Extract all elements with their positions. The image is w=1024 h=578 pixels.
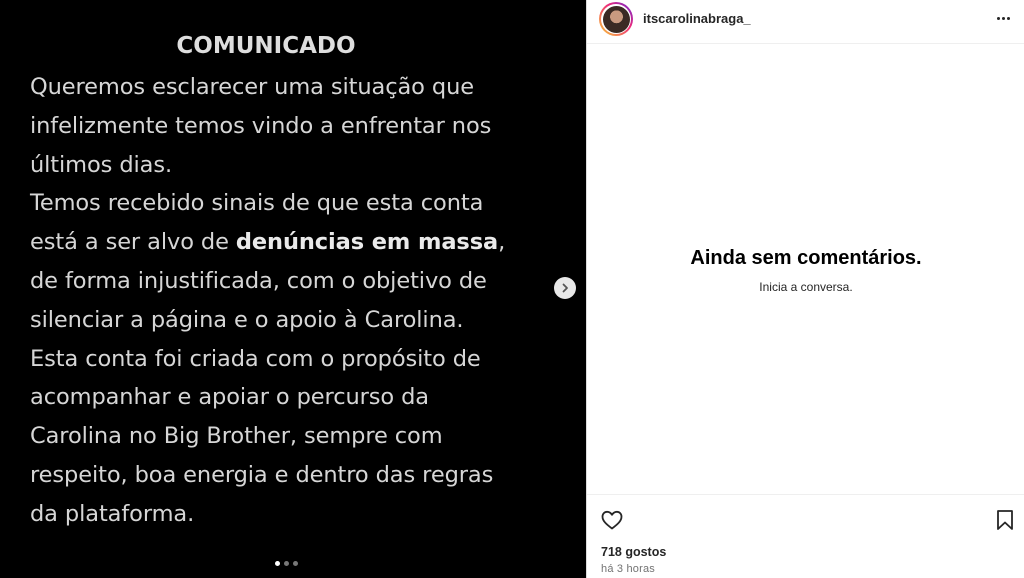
post-text-line: respeito, boa energia e dentro das regra…	[30, 461, 494, 488]
post-text-line: últimos dias.	[30, 151, 173, 178]
heart-icon	[601, 510, 623, 530]
avatar-image	[602, 5, 630, 33]
post-text-line: Queremos esclarecer uma situação que	[30, 74, 474, 100]
empty-comments-title: Ainda sem comentários.	[690, 247, 922, 269]
more-horizontal-icon	[1001, 16, 1005, 20]
post-text-segment: ,	[498, 229, 506, 256]
post-text-line: da plataforma.	[30, 500, 195, 527]
post-text-line: infelizmente temos vindo a enfrentar nos	[30, 112, 492, 139]
post-text: Queremos esclarecer uma situação que inf…	[30, 68, 540, 534]
post-text-line: Temos recebido sinais de que esta conta	[30, 190, 484, 217]
carousel-indicator	[0, 561, 572, 566]
carousel-dot	[283, 561, 289, 566]
empty-comments-subtitle: Inicia a conversa.	[759, 280, 853, 294]
chevron-right-icon	[562, 283, 568, 293]
like-button[interactable]	[600, 508, 624, 532]
post-title: COMUNICADO	[176, 33, 356, 59]
bookmark-icon	[997, 510, 1013, 530]
more-horizontal-icon	[996, 16, 1000, 20]
post-side-panel: itscarolinabraga_ Ainda sem comentários.…	[586, 0, 1024, 578]
post-text-line: Esta conta foi criada com o propósito de	[30, 345, 481, 372]
post-text-line: de forma injustificada, com o objetivo d…	[30, 267, 487, 294]
post-text-line: acompanhar e apoiar o percurso da	[30, 384, 429, 411]
likes-count[interactable]: 718 gostos	[601, 545, 666, 559]
post-text-segment: está a ser alvo de	[30, 229, 236, 256]
post-header: itscarolinabraga_	[587, 0, 1024, 44]
avatar[interactable]	[599, 2, 633, 36]
more-options-button[interactable]	[993, 9, 1013, 27]
carousel-dot	[274, 561, 280, 566]
post-text-line: Carolina no Big Brother, sempre com	[30, 423, 443, 450]
post-text-emphasis: denúncias em massa	[235, 229, 499, 256]
avatar-border	[601, 4, 631, 34]
post-actions: 718 gostos há 3 horas	[587, 494, 1024, 578]
more-horizontal-icon	[1006, 16, 1010, 20]
carousel-next-button[interactable]	[554, 277, 576, 299]
post-text-line: silenciar a página e o apoio à Carolina.	[30, 306, 464, 333]
carousel-dot	[292, 561, 298, 566]
post-timestamp: há 3 horas	[601, 563, 655, 575]
save-button[interactable]	[993, 508, 1017, 532]
username-link[interactable]: itscarolinabraga_	[643, 11, 751, 26]
post-text-line: está a ser alvo de denúncias em massa,	[30, 223, 540, 262]
post-media: COMUNICADO Queremos esclarecer uma situa…	[0, 0, 586, 578]
